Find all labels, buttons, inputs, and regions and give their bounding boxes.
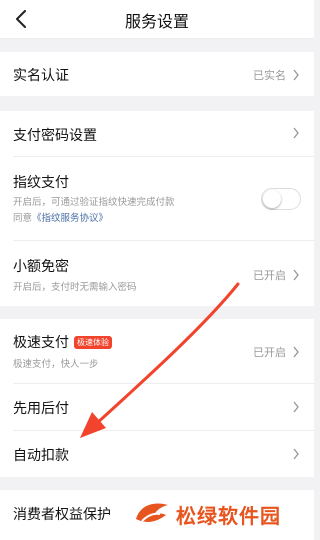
fast-pay-status: 已开启 xyxy=(253,346,286,359)
fingerprint-desc: 开启后，可通过验证指纹快速完成付款 xyxy=(13,197,175,208)
chevron-right-icon xyxy=(293,269,299,281)
chevron-right-icon xyxy=(293,346,299,358)
toggle-knob xyxy=(263,189,281,208)
chevron-right-icon xyxy=(293,127,299,139)
consumer-protection-label: 消费者权益保护 xyxy=(13,507,111,523)
chevron-right-icon xyxy=(293,401,299,413)
watermark: 松绿软件园 xyxy=(134,494,304,534)
fingerprint-label: 指纹支付 xyxy=(13,175,69,191)
group-services: 极速支付 极速体验 极速支付，快人一步 已开启 先用后付 自动扣款 xyxy=(0,319,314,477)
page-title: 服务设置 xyxy=(124,12,189,31)
payment-password-label: 支付密码设置 xyxy=(13,128,97,144)
group-payment: 支付密码设置 指纹支付 开启后，可通过验证指纹快速完成付款 同意《指纹服务协议》… xyxy=(0,111,314,306)
fast-pay-desc: 极速支付，快人一步 xyxy=(13,359,99,370)
fingerprint-toggle[interactable] xyxy=(261,187,301,210)
watermark-logo-icon xyxy=(136,503,168,522)
fast-pay-title: 极速支付 xyxy=(13,335,69,351)
row-payment-password[interactable]: 支付密码设置 xyxy=(0,111,314,156)
row-auto-deduct[interactable]: 自动扣款 xyxy=(0,431,314,477)
row-small-free[interactable]: 小额免密 开启后，支付时无需输入密码 已开启 xyxy=(0,241,314,306)
nav-bar: 服务设置 xyxy=(0,0,314,39)
realname-label: 实名认证 xyxy=(13,68,69,84)
small-free-status: 已开启 xyxy=(253,269,286,282)
fingerprint-agreement: 同意《指纹服务协议》 xyxy=(13,210,108,224)
chevron-right-icon xyxy=(293,69,299,81)
row-pay-later[interactable]: 先用后付 xyxy=(0,384,314,430)
fast-pay-tag: 极速体验 xyxy=(74,336,112,349)
auto-deduct-label: 自动扣款 xyxy=(13,448,69,464)
chevron-right-icon xyxy=(293,448,299,460)
row-realname[interactable]: 实名认证 已实名 xyxy=(0,52,314,96)
watermark-text: 松绿软件园 xyxy=(176,503,281,528)
small-free-label: 小额免密 xyxy=(13,259,69,275)
fast-pay-label: 极速支付 极速体验 xyxy=(13,332,112,352)
group-identity: 实名认证 已实名 xyxy=(0,52,314,96)
pay-later-label: 先用后付 xyxy=(13,401,69,417)
agree-prefix: 同意 xyxy=(13,213,33,224)
fingerprint-agreement-link[interactable]: 《指纹服务协议》 xyxy=(32,213,108,224)
realname-status: 已实名 xyxy=(253,69,286,82)
small-free-desc: 开启后，支付时无需输入密码 xyxy=(13,282,137,293)
row-fingerprint: 指纹支付 开启后，可通过验证指纹快速完成付款 同意《指纹服务协议》 xyxy=(0,157,314,240)
row-fast-pay[interactable]: 极速支付 极速体验 极速支付，快人一步 已开启 xyxy=(0,319,314,383)
